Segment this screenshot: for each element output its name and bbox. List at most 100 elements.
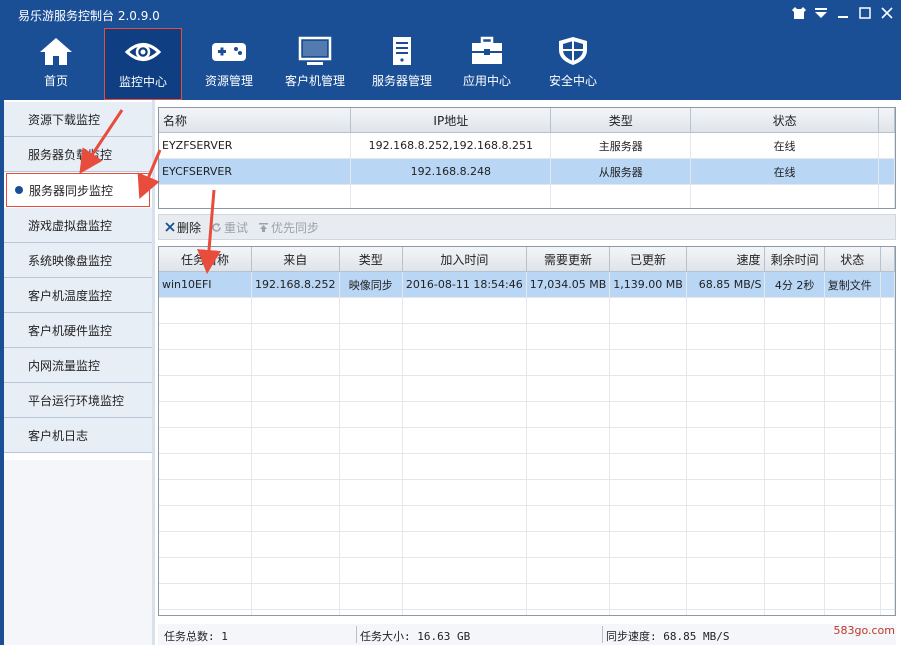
sidebar-empty-area bbox=[4, 460, 152, 645]
sidebar-item-label: 系统映像盘监控 bbox=[28, 253, 113, 268]
sidebar-item-label: 内网流量监控 bbox=[28, 358, 101, 373]
empty-row bbox=[159, 609, 895, 615]
sidebar-item-client-hardware[interactable]: 客户机硬件监控 bbox=[4, 313, 152, 348]
close-icon[interactable] bbox=[879, 5, 895, 21]
sidebar-item-label: 服务器负载监控 bbox=[28, 147, 113, 162]
delete-button[interactable]: 删除 bbox=[165, 219, 201, 236]
nav-label: 监控中心 bbox=[118, 75, 167, 89]
column-header-filler bbox=[880, 247, 895, 272]
cell-name: EYZFSERVER bbox=[159, 132, 352, 159]
panel-splitter[interactable] bbox=[152, 100, 155, 645]
column-header-task-name[interactable]: 任务名称 bbox=[159, 247, 253, 272]
column-header-need-update[interactable]: 需要更新 bbox=[526, 247, 611, 272]
priority-sync-button[interactable]: 优先同步 bbox=[258, 219, 319, 236]
delete-label: 删除 bbox=[177, 220, 202, 235]
sidebar: 资源下载监控 服务器负载监控 服务器同步监控 游戏虚拟盘监控 系统映像盘监控 客… bbox=[4, 102, 152, 460]
nav-label: 资源管理 bbox=[204, 74, 253, 88]
nav-resource-management[interactable]: 资源管理 bbox=[196, 28, 262, 100]
server-icon bbox=[393, 37, 411, 65]
cell-ip: 192.168.8.248 bbox=[350, 158, 552, 185]
nav-security-center[interactable]: 安全中心 bbox=[540, 28, 606, 100]
watermark-logo: 583go.com bbox=[833, 624, 895, 637]
table-row[interactable]: win10EFI 192.168.8.252 映像同步 2016-08-11 1… bbox=[159, 271, 895, 298]
cell-added-time: 2016-08-11 18:54:46 bbox=[402, 271, 527, 298]
sidebar-item-label: 游戏虚拟盘监控 bbox=[28, 218, 113, 233]
cell-status: 复制文件 bbox=[824, 271, 881, 298]
column-header-status[interactable]: 状态 bbox=[824, 247, 881, 272]
empty-row bbox=[159, 557, 895, 584]
retry-label: 重试 bbox=[224, 220, 249, 235]
sidebar-item-server-load[interactable]: 服务器负载监控 bbox=[4, 137, 152, 172]
gamepad-icon bbox=[212, 43, 246, 61]
window-title: 易乐游服务控制台 2.0.9.0 bbox=[18, 9, 160, 23]
monitor-icon bbox=[298, 36, 332, 65]
cell-remaining-time: 4分 2秒 bbox=[764, 271, 825, 298]
table-row[interactable]: EYCFSERVER 192.168.8.248 从服务器 在线 bbox=[159, 158, 895, 185]
nav-monitor-center[interactable]: 监控中心 bbox=[104, 28, 182, 100]
title-bar: 易乐游服务控制台 2.0.9.0 bbox=[0, 0, 901, 28]
empty-row bbox=[159, 505, 895, 532]
menu-dropdown-icon[interactable] bbox=[813, 5, 829, 21]
sidebar-item-label: 客户机硬件监控 bbox=[28, 323, 113, 338]
empty-row bbox=[159, 401, 895, 428]
column-header-type[interactable]: 类型 bbox=[339, 247, 403, 272]
nav-client-management[interactable]: 客户机管理 bbox=[278, 28, 352, 100]
cell-task-name: win10EFI bbox=[159, 271, 253, 298]
table-row[interactable]: EYZFSERVER 192.168.8.252,192.168.8.251 主… bbox=[159, 132, 895, 159]
retry-button[interactable]: 重试 bbox=[211, 219, 248, 236]
empty-row bbox=[159, 531, 895, 558]
column-header-name[interactable]: 名称 bbox=[159, 108, 352, 133]
skin-icon[interactable] bbox=[791, 5, 807, 21]
column-header-filler bbox=[878, 108, 895, 133]
cell-need-update: 17,034.05 MB bbox=[526, 271, 611, 298]
cell-type: 映像同步 bbox=[339, 271, 403, 298]
cell-status: 在线 bbox=[690, 158, 879, 185]
nav-home[interactable]: 首页 bbox=[22, 28, 90, 100]
cell-speed: 68.85 MB/S bbox=[686, 271, 766, 298]
shield-icon bbox=[559, 37, 587, 65]
sidebar-item-lan-traffic[interactable]: 内网流量监控 bbox=[4, 348, 152, 383]
empty-row bbox=[159, 453, 895, 480]
main-nav: 首页 监控中心 资源管理 客户机管理 服务器管理 应用中心 安全中心 bbox=[0, 28, 901, 100]
sidebar-item-resource-download[interactable]: 资源下载监控 bbox=[4, 102, 152, 137]
column-header-from[interactable]: 来自 bbox=[251, 247, 340, 272]
nav-server-management[interactable]: 服务器管理 bbox=[366, 28, 438, 100]
cell-name: EYCFSERVER bbox=[159, 158, 352, 185]
sidebar-item-label: 客户机日志 bbox=[28, 428, 89, 443]
column-header-updated[interactable]: 已更新 bbox=[609, 247, 687, 272]
column-header-ip[interactable]: IP地址 bbox=[350, 108, 552, 133]
empty-row bbox=[159, 349, 895, 376]
empty-row bbox=[159, 297, 895, 324]
empty-row bbox=[159, 427, 895, 454]
sidebar-item-client-log[interactable]: 客户机日志 bbox=[4, 418, 152, 453]
column-header-speed[interactable]: 速度 bbox=[686, 247, 766, 272]
cell-filler bbox=[878, 132, 895, 159]
column-header-status[interactable]: 状态 bbox=[690, 108, 879, 133]
status-bar: 任务总数: 1 任务大小: 16.63 GB 同步速度: 68.85 MB/S bbox=[158, 624, 896, 645]
task-toolbar: 删除 重试 优先同步 bbox=[158, 214, 896, 240]
maximize-icon[interactable] bbox=[857, 5, 873, 21]
close-icon bbox=[165, 222, 175, 232]
cell-status: 在线 bbox=[690, 132, 879, 159]
cell-type: 主服务器 bbox=[550, 132, 692, 159]
sidebar-item-label: 客户机温度监控 bbox=[28, 288, 113, 303]
toolbox-icon bbox=[472, 36, 502, 64]
table-row bbox=[159, 184, 895, 208]
nav-label: 服务器管理 bbox=[371, 74, 432, 88]
column-header-added-time[interactable]: 加入时间 bbox=[402, 247, 527, 272]
sidebar-item-server-sync[interactable]: 服务器同步监控 bbox=[6, 173, 150, 207]
sidebar-item-label: 资源下载监控 bbox=[28, 112, 101, 127]
nav-label: 安全中心 bbox=[548, 74, 597, 88]
sidebar-item-system-image-disk[interactable]: 系统映像盘监控 bbox=[4, 243, 152, 278]
task-size: 任务大小: 16.63 GB bbox=[360, 630, 471, 643]
sidebar-item-game-virtual-disk[interactable]: 游戏虚拟盘监控 bbox=[4, 208, 152, 243]
column-header-type[interactable]: 类型 bbox=[550, 108, 692, 133]
sidebar-item-client-temperature[interactable]: 客户机温度监控 bbox=[4, 278, 152, 313]
minimize-icon[interactable] bbox=[835, 5, 851, 21]
refresh-icon bbox=[212, 222, 221, 232]
column-header-remaining-time[interactable]: 剩余时间 bbox=[764, 247, 825, 272]
server-grid: 名称 IP地址 类型 状态 EYZFSERVER 192.168.8.252,1… bbox=[158, 107, 896, 209]
sidebar-item-platform-env[interactable]: 平台运行环境监控 bbox=[4, 383, 152, 418]
nav-app-center[interactable]: 应用中心 bbox=[454, 28, 520, 100]
priority-sync-label: 优先同步 bbox=[271, 220, 320, 235]
